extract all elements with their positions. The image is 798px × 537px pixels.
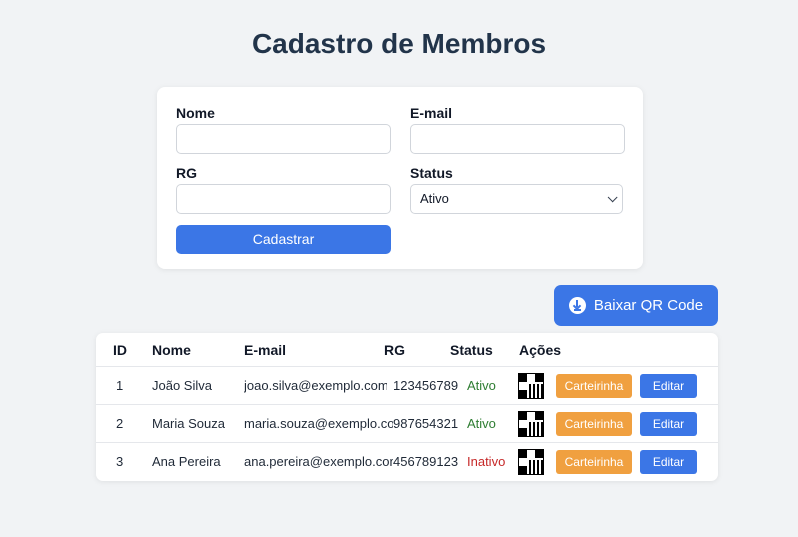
table-row: 3 Ana Pereira ana.pereira@exemplo.com 45…	[96, 443, 718, 481]
header-nome: Nome	[152, 342, 191, 358]
header-email: E-mail	[244, 342, 287, 358]
status-select-value: Ativo	[420, 191, 449, 206]
cell-status: Ativo	[467, 416, 496, 431]
editar-button[interactable]: Editar	[640, 412, 697, 436]
cell-email: joao.silva@exemplo.com	[244, 378, 387, 393]
cell-id: 1	[116, 378, 124, 393]
email-field: E-mail	[410, 105, 625, 154]
cell-id: 2	[116, 416, 124, 431]
editar-button[interactable]: Editar	[640, 374, 697, 398]
carteirinha-button[interactable]: Carteirinha	[556, 412, 632, 436]
download-qr-button[interactable]: Baixar QR Code	[554, 285, 718, 326]
cadastrar-button[interactable]: Cadastrar	[176, 225, 391, 254]
cell-rg: 123456789	[393, 378, 459, 393]
rg-field: RG	[176, 165, 391, 214]
cell-nome: Maria Souza	[152, 416, 225, 431]
cell-rg: 987654321	[393, 416, 459, 431]
qr-code-icon[interactable]	[518, 449, 544, 475]
rg-label: RG	[176, 165, 197, 181]
download-qr-label: Baixar QR Code	[593, 297, 704, 314]
cell-status: Inativo	[467, 454, 506, 469]
table-row: 1 João Silva joao.silva@exemplo.com 1234…	[96, 367, 718, 405]
cell-nome: Ana Pereira	[152, 454, 221, 469]
header-status: Status	[450, 342, 493, 358]
cell-id: 3	[116, 454, 124, 469]
cell-email: maria.souza@exemplo.com	[244, 416, 393, 431]
carteirinha-button[interactable]: Carteirinha	[556, 450, 632, 474]
page-title: Cadastro de Membros	[251, 28, 547, 59]
chevron-down-icon	[607, 192, 618, 203]
cell-status: Ativo	[467, 378, 496, 393]
header-id: ID	[113, 342, 127, 358]
status-select[interactable]: Ativo	[410, 184, 623, 214]
status-field: Status Ativo	[410, 165, 625, 214]
cell-nome: João Silva	[152, 378, 212, 393]
download-icon	[568, 297, 586, 314]
cell-email: ana.pereira@exemplo.com	[244, 454, 393, 469]
header-acoes: Ações	[519, 342, 562, 358]
email-input[interactable]	[410, 124, 625, 154]
qr-code-icon[interactable]	[518, 411, 544, 437]
header-rg: RG	[384, 342, 405, 358]
carteirinha-button[interactable]: Carteirinha	[556, 374, 632, 398]
nome-field: Nome	[176, 105, 391, 154]
nome-label: Nome	[176, 105, 215, 121]
members-table: ID Nome E-mail RG Status Ações 1 João Si…	[96, 333, 718, 481]
table-row: 2 Maria Souza maria.souza@exemplo.com 98…	[96, 405, 718, 443]
table-header: ID Nome E-mail RG Status Ações	[96, 333, 718, 367]
cell-rg: 456789123	[393, 454, 459, 469]
status-label: Status	[410, 165, 453, 181]
email-label: E-mail	[410, 105, 453, 121]
rg-input[interactable]	[176, 184, 391, 214]
qr-code-icon[interactable]	[518, 373, 544, 399]
nome-input[interactable]	[176, 124, 391, 154]
editar-button[interactable]: Editar	[640, 450, 697, 474]
member-form: Nome E-mail RG Status Ativo Cadastrar	[157, 87, 643, 269]
